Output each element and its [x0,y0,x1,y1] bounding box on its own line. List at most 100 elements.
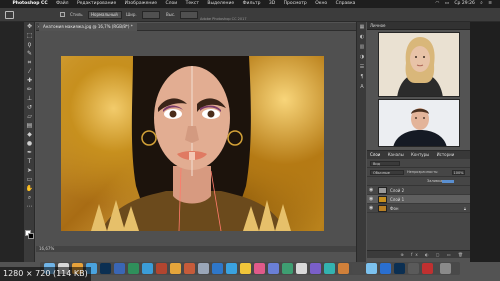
history-brush-icon[interactable]: ↺ [24,103,35,112]
eye-icon[interactable]: ◉ [369,205,373,212]
panel-header-title[interactable]: Личное [370,23,386,28]
zoom-icon[interactable]: ⌕ [24,193,35,202]
app-icon[interactable] [240,263,251,274]
gradient-icon[interactable]: ▤ [24,121,35,130]
zoom-level[interactable]: 16,67% [39,246,54,251]
app-icon[interactable] [128,263,139,274]
tab-paths[interactable]: Контуры [411,152,429,157]
app-icon[interactable] [156,263,167,274]
menu-edit[interactable]: Редактирование [77,0,116,8]
character-panel-icon[interactable]: A [357,82,367,92]
dodge-icon[interactable]: ● [24,139,35,148]
menu-file[interactable]: Файл [56,0,68,8]
background-color-swatch[interactable] [28,233,34,239]
app-icon[interactable] [366,263,377,274]
pen-icon[interactable]: ✒ [24,148,35,157]
menu-select[interactable]: Выделение [207,0,234,8]
crop-icon[interactable]: ⌗ [24,58,35,67]
tab-history[interactable]: Истории [437,152,455,157]
marquee-tool-preset[interactable] [5,11,14,19]
eyedropper-icon[interactable]: ⁄ [24,67,35,76]
tab-layers[interactable]: Слои [370,152,380,157]
paragraph-panel-icon[interactable]: ¶ [357,72,367,82]
lasso-icon[interactable]: ϙ [24,40,35,49]
app-icon[interactable] [338,263,349,274]
menu-type[interactable]: Текст [186,0,199,8]
swatches-panel-icon[interactable]: ▥ [357,42,367,52]
layers-footer-actions[interactable]: ⊕ fx ◐ ▢ ▭ 🗑 [367,250,470,258]
search-icon[interactable]: ⌕ [480,0,483,8]
app-icon[interactable] [254,263,265,274]
app-icon[interactable] [198,263,209,274]
layer-name[interactable]: Слой 2 [390,186,404,195]
eye-icon[interactable]: ◉ [369,187,373,194]
app-icon[interactable] [310,263,321,274]
app-icon[interactable] [114,263,125,274]
app-icon[interactable] [142,263,153,274]
photoshop-icon[interactable] [394,263,405,274]
blur-icon[interactable]: ◆ [24,130,35,139]
document-tab[interactable]: Анатомия макияжа.jpg @ 16,7% (RGB/8*) * [39,23,137,31]
wifi-icon[interactable]: ◠ [435,0,439,8]
webcam-presenter-man [378,99,460,147]
layer-name[interactable]: Фон [390,204,399,213]
layer-row-selected[interactable]: ◉ Слой 1 [367,195,470,204]
color-panel-icon[interactable]: ◐ [357,32,367,42]
type-icon[interactable]: T [24,157,35,166]
document-photo[interactable] [61,56,324,231]
marquee-icon[interactable]: ⬚ [24,31,35,40]
blend-mode-select[interactable]: Обычные [370,170,404,175]
width-field[interactable] [142,11,160,19]
trash-icon[interactable] [440,263,451,274]
shape-icon[interactable]: ▭ [24,175,35,184]
battery-icon[interactable]: ▭ [445,0,449,8]
menu-3d[interactable]: 3D [269,0,275,8]
layer-row-background[interactable]: ◉ Фон 🔒︎ [367,204,470,213]
height-field[interactable] [180,11,198,19]
opacity-field[interactable]: 100% [452,170,465,175]
layer-row[interactable]: ◉ Слой 2 [367,186,470,195]
more-tools-icon[interactable]: ⋯ [24,202,35,211]
menu-filter[interactable]: Фильтр [243,0,261,8]
layer-kind-filter[interactable]: Вид [370,161,400,166]
clock[interactable]: Ср 29:26 [454,0,474,8]
properties-panel-icon[interactable]: ☰ [357,62,367,72]
hand-icon[interactable]: ✋ [24,184,35,193]
menu-app-name[interactable]: Photoshop CC [12,0,47,8]
style-select[interactable]: Нормальный [88,11,122,19]
app-icon[interactable] [422,263,433,274]
stamp-icon[interactable]: ⊥ [24,94,35,103]
adjustments-panel-icon[interactable]: ◑ [357,52,367,62]
app-icon[interactable] [408,263,419,274]
healing-icon[interactable]: ✚ [24,76,35,85]
menu-view[interactable]: Просмотр [284,0,307,8]
layer-name[interactable]: Слой 1 [390,195,404,204]
quick-select-icon[interactable]: ✎ [24,49,35,58]
app-icon[interactable] [212,263,223,274]
notifications-icon[interactable]: ≡ [488,0,492,8]
app-icon[interactable] [296,263,307,274]
app-icon[interactable] [226,263,237,274]
fill-indicator[interactable] [442,180,454,183]
menu-layer[interactable]: Слои [165,0,177,8]
app-icon[interactable] [352,263,363,274]
app-icon[interactable] [282,263,293,274]
photoshop-icon[interactable] [100,263,111,274]
app-icon[interactable] [324,263,335,274]
app-icon[interactable] [170,263,181,274]
history-panel-icon[interactable]: ▦ [357,22,367,32]
app-icon[interactable] [184,263,195,274]
menu-image[interactable]: Изображение [125,0,157,8]
anti-alias-checkbox[interactable] [60,12,65,17]
app-icon[interactable] [268,263,279,274]
menu-window[interactable]: Окно [315,0,327,8]
tab-channels[interactable]: Каналы [388,152,404,157]
move-icon[interactable]: ✥ [24,22,35,31]
path-select-icon[interactable]: ➤ [24,166,35,175]
eye-icon[interactable]: ◉ [369,196,373,203]
menu-help[interactable]: Справка [336,0,356,8]
eraser-icon[interactable]: ▱ [24,112,35,121]
skype-icon[interactable] [380,263,391,274]
brush-icon[interactable]: ✏ [24,85,35,94]
options-bar: Стиль Нормальный Шир. Выс. [0,8,500,22]
